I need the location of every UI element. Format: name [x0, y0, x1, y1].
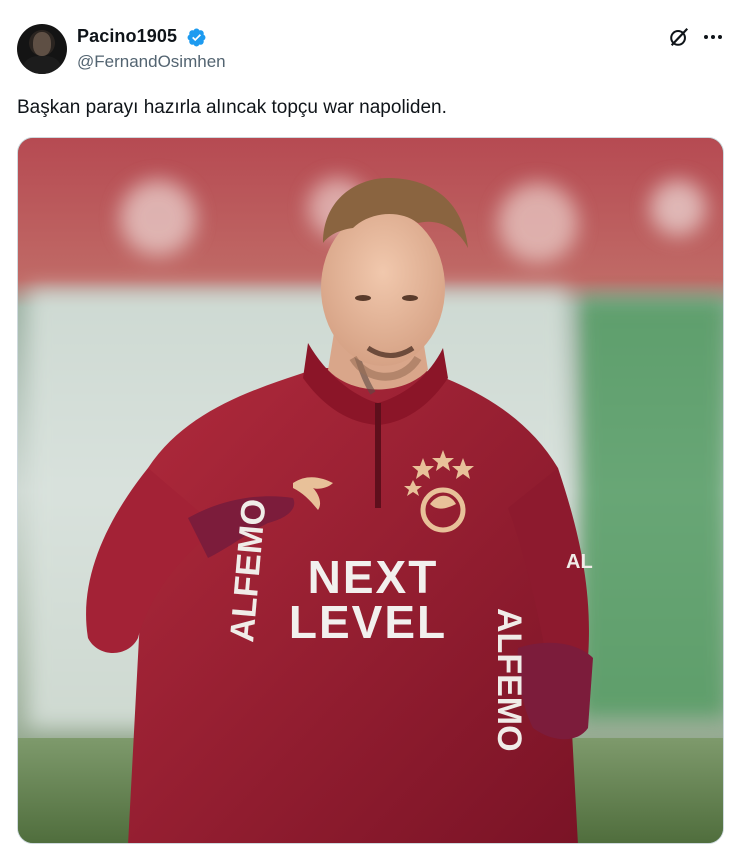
shoulder-text: AL	[566, 551, 593, 573]
photo-illustration: NEXT LEVEL ALFEMO ALFEMO AL	[18, 138, 723, 843]
tweet-card: Pacino1905 @FernandOsimhen Başkan parayı…	[0, 0, 752, 858]
user-handle[interactable]: @FernandOsimhen	[77, 52, 226, 72]
more-options-icon[interactable]	[700, 26, 726, 48]
avatar[interactable]	[17, 24, 67, 74]
avatar-face	[33, 32, 51, 56]
tweet-text: Başkan parayı hazırla alıncak topçu war …	[17, 97, 447, 118]
display-name[interactable]: Pacino1905	[77, 26, 177, 47]
grok-icon[interactable]	[668, 26, 690, 48]
sleeve-right-text: ALFEMO	[490, 608, 528, 752]
verified-badge-icon	[187, 28, 206, 47]
jersey-text-line2: LEVEL	[289, 596, 447, 648]
avatar-body	[23, 56, 61, 74]
tweet-photo[interactable]: NEXT LEVEL ALFEMO ALFEMO AL	[17, 137, 724, 844]
